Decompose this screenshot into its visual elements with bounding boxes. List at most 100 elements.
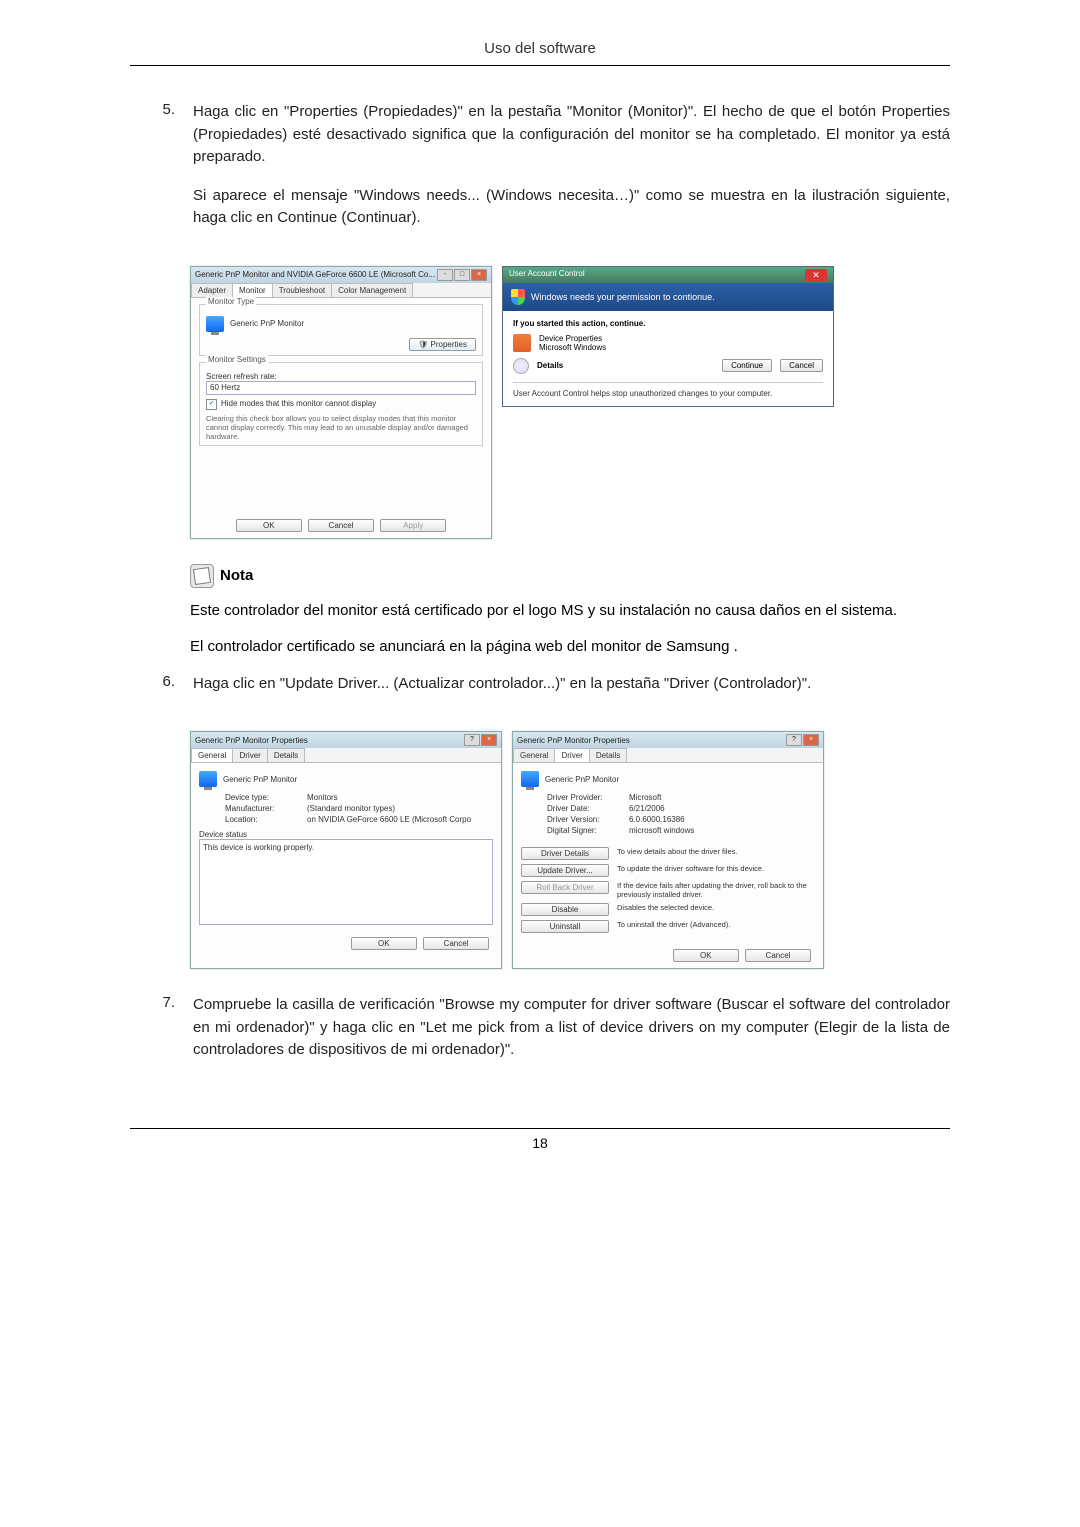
step-number: 7.	[130, 994, 193, 1078]
dialog-uac: User Account Control ✕ Windows needs you…	[502, 266, 834, 407]
page-header: Uso del software	[130, 40, 950, 66]
window-title: Generic PnP Monitor Properties	[517, 736, 630, 745]
uac-footer-text: User Account Control helps stop unauthor…	[513, 382, 823, 398]
paragraph: Haga clic en "Properties (Propiedades)" …	[193, 101, 950, 169]
uac-banner-text: Windows needs your permission to contion…	[531, 292, 715, 302]
group-label: Monitor Settings	[206, 355, 268, 364]
tab-driver[interactable]: Driver	[232, 748, 267, 762]
cancel-button[interactable]: Cancel	[780, 359, 823, 372]
monitor-icon	[206, 316, 224, 332]
uninstall-button[interactable]: Uninstall	[521, 920, 609, 933]
tab-general[interactable]: General	[191, 748, 233, 762]
window-title: User Account Control	[509, 269, 585, 281]
ok-button[interactable]: OK	[351, 937, 417, 950]
tab-driver[interactable]: Driver	[554, 748, 589, 762]
help-text: To update the driver software for this d…	[617, 864, 815, 873]
program-publisher: Microsoft Windows	[539, 343, 606, 352]
label: Device type:	[225, 793, 307, 802]
update-driver-button[interactable]: Update Driver...	[521, 864, 609, 877]
tab-details[interactable]: Details	[267, 748, 305, 762]
label: Device status	[199, 830, 493, 839]
cancel-button[interactable]: Cancel	[308, 519, 374, 532]
tab-monitor[interactable]: Monitor	[232, 283, 273, 297]
help-icon[interactable]: ?	[464, 734, 480, 746]
step-number: 5.	[130, 101, 193, 246]
program-name: Device Properties	[539, 334, 606, 343]
shield-icon	[511, 289, 525, 305]
close-icon[interactable]: ×	[803, 734, 819, 746]
rollback-driver-button[interactable]: Roll Back Driver	[521, 881, 609, 894]
label: Driver Date:	[547, 804, 629, 813]
disable-button[interactable]: Disable	[521, 903, 609, 916]
tab-adapter[interactable]: Adapter	[191, 283, 233, 297]
note-icon	[190, 564, 214, 588]
note-text: El controlador certificado se anunciará …	[190, 636, 950, 659]
value: 6/21/2006	[629, 804, 665, 813]
value: microsoft windows	[629, 826, 694, 835]
cancel-button[interactable]: Cancel	[745, 949, 811, 962]
program-icon	[513, 334, 531, 352]
note-text: Este controlador del monitor está certif…	[190, 600, 950, 623]
properties-button[interactable]: 🛡 Properties	[409, 338, 476, 351]
note-label: Nota	[220, 567, 253, 584]
device-name: Generic PnP Monitor	[545, 775, 619, 784]
value: Monitors	[307, 793, 338, 802]
value: (Standard monitor types)	[307, 804, 395, 813]
close-icon[interactable]: ✕	[805, 269, 827, 281]
monitor-icon	[521, 771, 539, 787]
step-number: 6.	[130, 673, 193, 712]
page-number: 18	[130, 1128, 950, 1151]
value: Microsoft	[629, 793, 661, 802]
help-text: If the device fails after updating the d…	[617, 881, 815, 899]
device-status-box: This device is working properly.	[199, 839, 493, 925]
refresh-rate-select[interactable]: 60 Hertz	[206, 381, 476, 395]
monitor-icon	[199, 771, 217, 787]
window-title: Generic PnP Monitor and NVIDIA GeForce 6…	[195, 270, 435, 279]
checkbox-label: Hide modes that this monitor cannot disp…	[221, 399, 376, 410]
label: Manufacturer:	[225, 804, 307, 813]
label: Screen refresh rate:	[206, 372, 476, 381]
ok-button[interactable]: OK	[236, 519, 302, 532]
label: Location:	[225, 815, 307, 824]
value: on NVIDIA GeForce 6600 LE (Microsoft Cor…	[307, 815, 471, 824]
paragraph: Si aparece el mensaje "Windows needs... …	[193, 185, 950, 230]
driver-details-button[interactable]: Driver Details	[521, 847, 609, 860]
maximize-icon[interactable]: □	[454, 269, 470, 281]
chevron-down-icon[interactable]	[513, 358, 529, 374]
step-body: Compruebe la casilla de verificación "Br…	[193, 994, 950, 1078]
close-icon[interactable]: ×	[471, 269, 487, 281]
step-body: Haga clic en "Update Driver... (Actualiz…	[193, 673, 950, 712]
help-text: Disables the selected device.	[617, 903, 815, 912]
label: Driver Version:	[547, 815, 629, 824]
continue-button[interactable]: Continue	[722, 359, 772, 372]
tab-details[interactable]: Details	[589, 748, 627, 762]
uac-instruction: If you started this action, continue.	[513, 319, 823, 328]
label: Digital Signer:	[547, 826, 629, 835]
help-icon[interactable]: ?	[786, 734, 802, 746]
group-label: Monitor Type	[206, 297, 256, 306]
details-toggle[interactable]: Details	[537, 361, 563, 370]
value: 6.0.6000.16386	[629, 815, 685, 824]
paragraph: Compruebe la casilla de verificación "Br…	[193, 994, 950, 1062]
apply-button[interactable]: Apply	[380, 519, 446, 532]
cancel-button[interactable]: Cancel	[423, 937, 489, 950]
dialog-properties-driver: Generic PnP Monitor Properties ? × Gener…	[512, 731, 824, 969]
label: Driver Provider:	[547, 793, 629, 802]
help-text: To uninstall the driver (Advanced).	[617, 920, 815, 929]
dialog-monitor-properties: Generic PnP Monitor and NVIDIA GeForce 6…	[190, 266, 492, 539]
window-title: Generic PnP Monitor Properties	[195, 736, 308, 745]
close-icon[interactable]: ×	[481, 734, 497, 746]
monitor-name: Generic PnP Monitor	[230, 319, 304, 328]
step-body: Haga clic en "Properties (Propiedades)" …	[193, 101, 950, 246]
tab-troubleshoot[interactable]: Troubleshoot	[272, 283, 332, 297]
dialog-properties-general: Generic PnP Monitor Properties ? × Gener…	[190, 731, 502, 969]
ok-button[interactable]: OK	[673, 949, 739, 962]
help-text: Clearing this check box allows you to se…	[206, 414, 476, 441]
tab-general[interactable]: General	[513, 748, 555, 762]
tab-color-management[interactable]: Color Management	[331, 283, 413, 297]
help-text: To view details about the driver files.	[617, 847, 815, 856]
device-name: Generic PnP Monitor	[223, 775, 297, 784]
paragraph: Haga clic en "Update Driver... (Actualiz…	[193, 673, 950, 696]
hide-modes-checkbox[interactable]: ✓	[206, 399, 217, 410]
minimize-icon[interactable]: -	[437, 269, 453, 281]
